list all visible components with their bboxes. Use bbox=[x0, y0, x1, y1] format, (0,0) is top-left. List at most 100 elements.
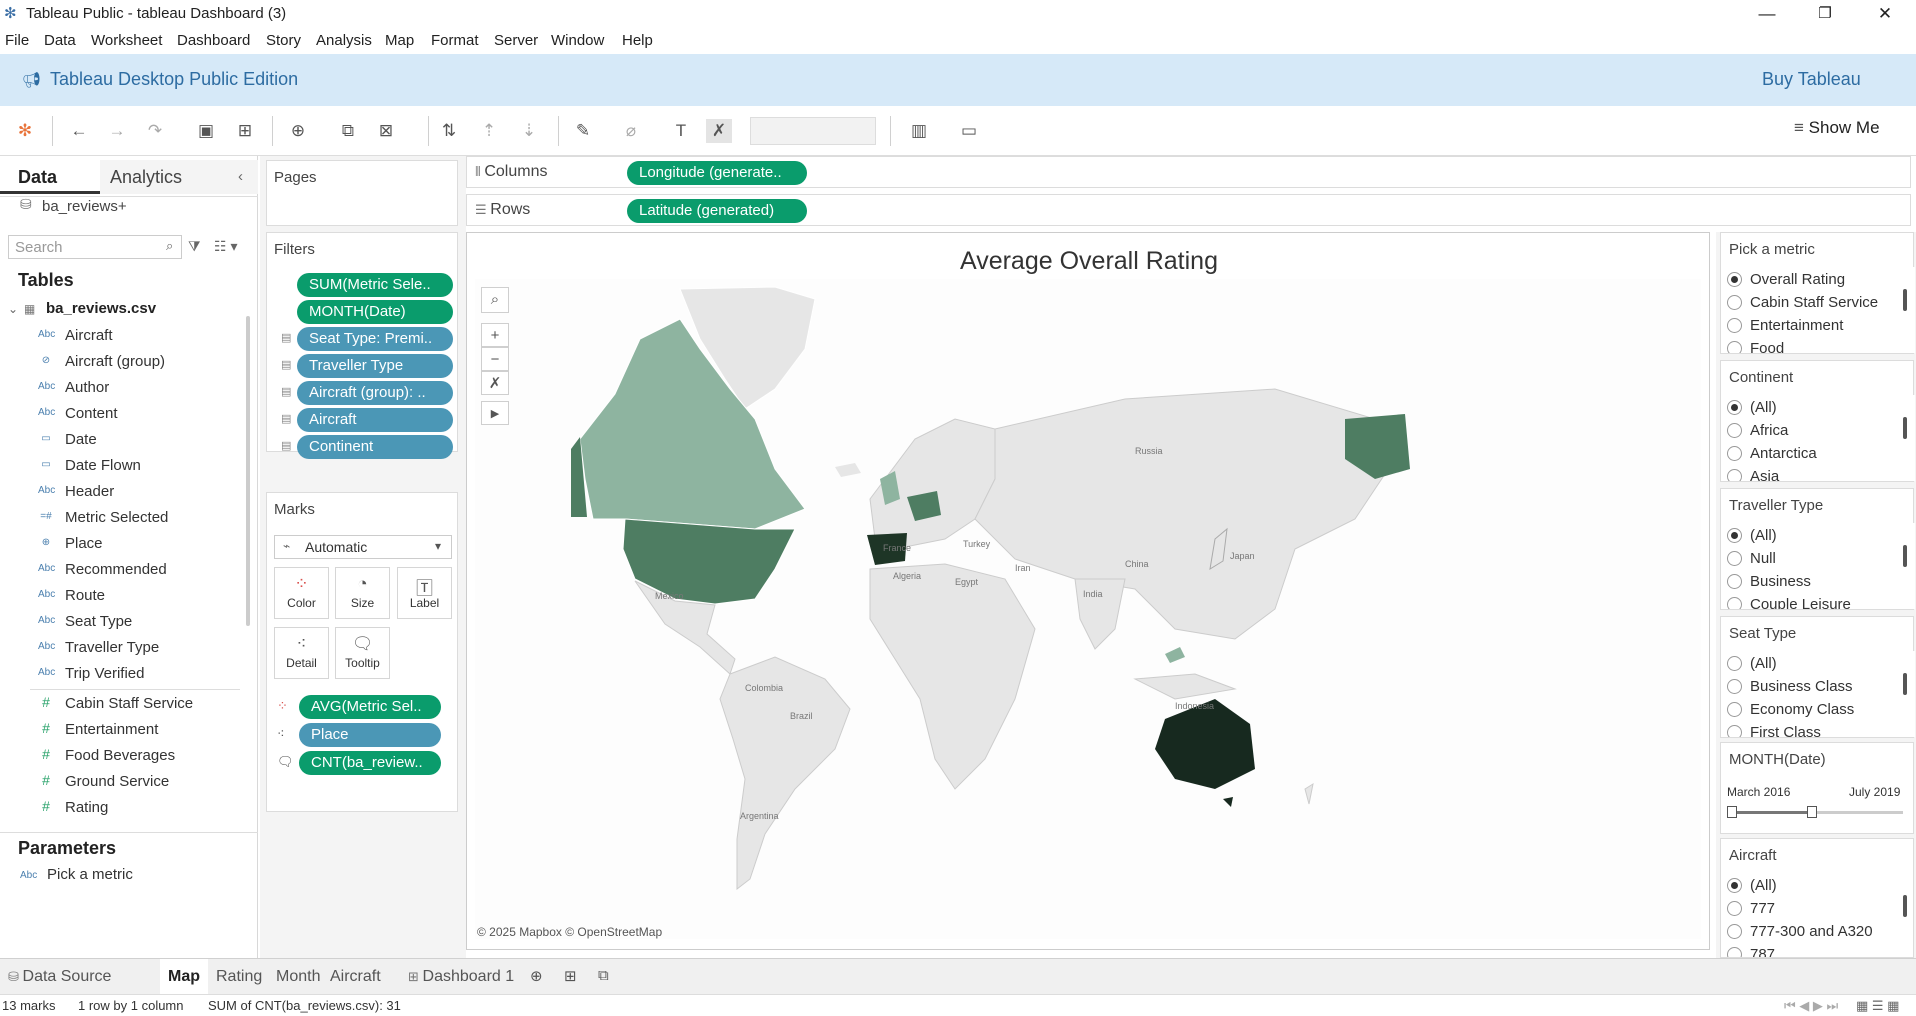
pages-card[interactable]: Pages bbox=[266, 160, 458, 226]
measure-item[interactable]: # Entertainment bbox=[0, 718, 240, 744]
new-dashboard-tab-icon[interactable]: ⊞ bbox=[564, 967, 577, 985]
redo-icon[interactable]: → bbox=[104, 119, 130, 143]
datasource-name[interactable]: ba_reviews+ bbox=[42, 198, 127, 215]
quick-filter-scrollbar[interactable] bbox=[1903, 545, 1907, 567]
field-item[interactable]: ⊕ Place bbox=[0, 532, 240, 558]
field-item[interactable]: Abc Route bbox=[0, 584, 240, 610]
radio-icon[interactable] bbox=[1727, 679, 1742, 694]
menu-window[interactable]: Window bbox=[551, 32, 604, 49]
menu-server[interactable]: Server bbox=[494, 32, 538, 49]
radio-icon[interactable] bbox=[1727, 924, 1742, 939]
quick-filter-option[interactable]: Null bbox=[1727, 550, 1776, 572]
size-button[interactable]: ◔ Size bbox=[335, 567, 390, 619]
menu-file[interactable]: File bbox=[5, 32, 29, 49]
view-options-icon[interactable]: ☷ ▾ bbox=[214, 238, 237, 255]
marks-pill[interactable]: CNT(ba_review.. bbox=[299, 751, 441, 775]
radio-icon[interactable] bbox=[1727, 656, 1742, 671]
quick-filter-option[interactable]: Economy Class bbox=[1727, 701, 1854, 723]
radio-icon[interactable] bbox=[1727, 469, 1742, 481]
radio-icon[interactable] bbox=[1727, 295, 1742, 310]
field-item[interactable]: ⊘ Aircraft (group) bbox=[0, 350, 240, 376]
field-item[interactable]: ▭ Date Flown bbox=[0, 454, 240, 480]
expand-toolbar-icon[interactable]: ▶ bbox=[481, 401, 509, 425]
measure-item[interactable]: #Seat Comfort bbox=[0, 822, 240, 824]
data-source-tab[interactable]: ⛁ Data Source bbox=[0, 959, 119, 995]
filter-pill[interactable]: MONTH(Date) bbox=[297, 300, 453, 324]
menu-help[interactable]: Help bbox=[622, 32, 653, 49]
presentation-mode-icon[interactable]: ▭ bbox=[956, 119, 982, 143]
quick-filter-option[interactable]: Asia bbox=[1727, 468, 1779, 481]
quick-filter-scrollbar[interactable] bbox=[1903, 417, 1907, 439]
field-item[interactable]: ▭ Date bbox=[0, 428, 240, 454]
filter-pill[interactable]: SUM(Metric Sele.. bbox=[297, 273, 453, 297]
field-item[interactable]: Abc Author bbox=[0, 376, 240, 402]
menu-format[interactable]: Format bbox=[431, 32, 479, 49]
aircraft-scrollbar[interactable] bbox=[1903, 895, 1907, 917]
map-search-icon[interactable]: ⌕ bbox=[481, 287, 509, 313]
sheet-tab[interactable]: ⊞ Dashboard 1 bbox=[400, 959, 522, 995]
quick-filter-option[interactable]: Business bbox=[1727, 573, 1811, 595]
label-button[interactable]: 🅃︎ Label bbox=[397, 567, 452, 619]
marks-pill[interactable]: Place bbox=[299, 723, 441, 747]
replay-icon[interactable]: ↷ bbox=[142, 119, 168, 143]
columns-shelf[interactable]: ⦀ Columns Longitude (generate.. bbox=[466, 156, 1911, 188]
collapse-icon[interactable]: ‹ bbox=[238, 168, 243, 185]
quick-filter-option[interactable]: Couple Leisure bbox=[1727, 596, 1851, 609]
show-me-button[interactable]: ≡ Show Me bbox=[1794, 118, 1880, 138]
field-item[interactable]: Abc Content bbox=[0, 402, 240, 428]
columns-pill-longitude[interactable]: Longitude (generate.. bbox=[627, 161, 807, 185]
radio-icon[interactable] bbox=[1727, 400, 1742, 415]
aircraft-option[interactable]: (All) bbox=[1727, 877, 1777, 899]
menu-data[interactable]: Data bbox=[44, 32, 76, 49]
radio-icon[interactable] bbox=[1727, 551, 1742, 566]
restore-button[interactable]: ❐ bbox=[1796, 0, 1854, 28]
quick-filter-scrollbar[interactable] bbox=[1903, 673, 1907, 695]
field-item[interactable]: =# Metric Selected bbox=[0, 506, 240, 532]
tableau-home-icon[interactable]: ✻ bbox=[12, 119, 38, 143]
radio-icon[interactable] bbox=[1727, 318, 1742, 333]
highlight-icon[interactable]: ✎ bbox=[570, 119, 596, 143]
menu-map[interactable]: Map bbox=[385, 32, 414, 49]
rows-pill-latitude[interactable]: Latitude (generated) bbox=[627, 199, 807, 223]
radio-icon[interactable] bbox=[1727, 725, 1742, 737]
radio-icon[interactable] bbox=[1727, 878, 1742, 893]
marks-pill[interactable]: AVG(Metric Sel.. bbox=[299, 695, 441, 719]
month-slider-end-handle[interactable] bbox=[1806, 806, 1817, 818]
new-story-tab-icon[interactable]: ⧉ bbox=[598, 967, 609, 984]
swap-rows-columns-icon[interactable]: ⇅ bbox=[436, 119, 462, 143]
measure-item[interactable]: # Cabin Staff Service bbox=[0, 692, 240, 718]
detail-button[interactable]: ⁖ Detail bbox=[274, 627, 329, 679]
quick-filter-option[interactable]: (All) bbox=[1727, 655, 1777, 677]
menu-worksheet[interactable]: Worksheet bbox=[91, 32, 162, 49]
tab-data[interactable]: Data bbox=[0, 160, 100, 194]
radio-icon[interactable] bbox=[1727, 574, 1742, 589]
sort-ascending-icon[interactable]: ⇡ bbox=[476, 119, 502, 143]
expand-table-icon[interactable]: ⌄ bbox=[8, 302, 18, 316]
field-list-scrollbar[interactable] bbox=[246, 316, 250, 626]
menu-analysis[interactable]: Analysis bbox=[316, 32, 372, 49]
radio-icon[interactable] bbox=[1727, 528, 1742, 543]
show-mark-labels-icon[interactable]: T bbox=[668, 119, 694, 143]
quick-filter-scrollbar[interactable] bbox=[1903, 289, 1907, 311]
sheet-tab[interactable]: Aircraft bbox=[322, 959, 389, 995]
field-item[interactable]: Abc Header bbox=[0, 480, 240, 506]
menu-dashboard[interactable]: Dashboard bbox=[177, 32, 250, 49]
radio-icon[interactable] bbox=[1727, 597, 1742, 609]
quick-filter-option[interactable]: Africa bbox=[1727, 422, 1788, 444]
sort-descending-icon[interactable]: ⇣ bbox=[516, 119, 542, 143]
field-item[interactable]: Abc Aircraft bbox=[0, 324, 240, 350]
quick-filter-option[interactable]: Overall Rating bbox=[1727, 271, 1845, 293]
month-slider-track[interactable] bbox=[1727, 806, 1903, 818]
fit-select[interactable] bbox=[750, 117, 876, 145]
filter-pill[interactable]: Seat Type: Premi.. bbox=[297, 327, 453, 351]
measure-item[interactable]: # Food Beverages bbox=[0, 744, 240, 770]
show-cards-icon[interactable]: ▥ bbox=[906, 119, 932, 143]
filter-pill[interactable]: Aircraft bbox=[297, 408, 453, 432]
quick-filter-option[interactable]: Cabin Staff Service bbox=[1727, 294, 1878, 316]
quick-filter-option[interactable]: Food bbox=[1727, 340, 1784, 353]
minimize-button[interactable]: — bbox=[1738, 0, 1796, 28]
map-view[interactable]: Average Overall Rating Russia China Indi… bbox=[466, 232, 1710, 950]
radio-icon[interactable] bbox=[1727, 272, 1742, 287]
aircraft-option[interactable]: 777-300 and A320 bbox=[1727, 923, 1873, 945]
duplicate-sheet-icon[interactable]: ⧉ bbox=[335, 119, 361, 143]
